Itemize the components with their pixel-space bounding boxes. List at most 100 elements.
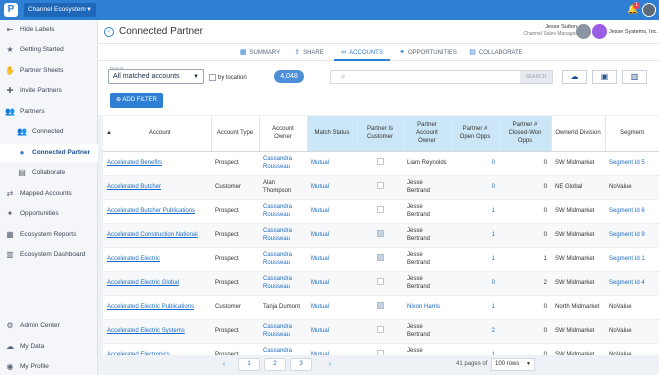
sidebar-item-hide-labels[interactable]: ⇤ Hide Labels	[0, 21, 98, 39]
tab-share[interactable]: ⇪ SHARE	[288, 44, 330, 61]
partner-account-owner-cell: Jesse Bertrand	[403, 319, 451, 344]
tab-opportunities[interactable]: ✦ OPPORTUNITIES	[394, 44, 462, 61]
column-label: Segment	[619, 130, 644, 137]
account-link[interactable]: Accelerated Electric Publications	[103, 295, 211, 320]
app-logo[interactable]: P	[4, 3, 18, 17]
ownerid-division-cell: SW Midmarket	[551, 247, 605, 272]
ecosystem-selector-label: Channel Ecosystem	[28, 6, 86, 13]
by-location-label: by location	[218, 75, 247, 82]
table-row[interactable]: Accelerated Electric Global Prospect Cassa…	[103, 271, 659, 296]
table-row[interactable]: Accelerated Electric Prospect Cassandra Ro…	[103, 247, 659, 272]
sidebar-item-my-data[interactable]: ☁ My Data	[0, 338, 98, 356]
partner-open-opps-cell: 1	[451, 295, 499, 320]
sidebar-item-invite-partners[interactable]: ✚ Invite Partners	[0, 82, 98, 100]
upload-button[interactable]: ☁	[562, 70, 587, 84]
column-header-account-type[interactable]: Account Type	[211, 116, 260, 152]
table-row[interactable]: Accelerated Butcher Customer Alan Thompson…	[103, 175, 659, 200]
column-label: OwnerId Division	[555, 130, 601, 137]
back-arrow-icon[interactable]: ‹	[104, 27, 114, 37]
tab-accounts[interactable]: ∞ ACCOUNTS	[334, 44, 390, 61]
account-link[interactable]: Accelerated Electric Global	[103, 271, 211, 296]
account-owner-cell: Cassandra Rousseau	[259, 271, 307, 296]
partner-is-customer-cell	[357, 175, 403, 200]
sidebar-item-getting-started[interactable]: ★ Getting Started	[0, 41, 98, 59]
tab-collaborate[interactable]: ▤ COLLABORATE	[466, 44, 526, 61]
search-button[interactable]: SEARCH	[520, 71, 552, 83]
sidebar-item-connected[interactable]: 👥 Connected	[0, 123, 98, 141]
sidebar-item-label: Admin Center	[20, 322, 60, 329]
sidebar-item-label: My Profile	[20, 363, 49, 370]
sidebar-item-partner-sheets[interactable]: ✋ Partner Sheets	[0, 62, 98, 80]
account-link[interactable]: Accelerated Butcher	[103, 175, 211, 200]
sidebar-item-admin-center[interactable]: ⚙ Admin Center	[0, 317, 98, 335]
by-location-toggle[interactable]: by location	[209, 74, 247, 81]
account-link[interactable]: Accelerated Electronics	[103, 343, 211, 355]
reports-icon: ▦	[6, 230, 14, 239]
segment-cell: Segment Id 5	[605, 151, 659, 176]
table-row[interactable]: Accelerated Butcher Publications Prospect…	[103, 199, 659, 224]
add-filter-label: ADD FILTER	[122, 97, 157, 103]
sidebar-item-collaborate[interactable]: ▤ Collaborate	[0, 164, 98, 182]
star-icon: ★	[6, 45, 14, 54]
column-label: Partner # Closed-Won Opps	[508, 122, 542, 145]
column-header-partner-is-customer[interactable]: Partner Is Customer	[357, 116, 404, 152]
handshake-icon: ✋	[5, 66, 15, 75]
column-header-partner-closed-won-opps[interactable]: Partner # Closed-Won Opps	[499, 116, 552, 152]
partner-is-customer-cell	[357, 223, 403, 248]
partner-closed-won-cell: 0	[499, 175, 551, 200]
rows-per-page-select[interactable]: 100 rows ▼	[491, 358, 535, 371]
next-page-icon[interactable]: ›	[324, 358, 336, 371]
account-owner-cell: Cassandra Rousseau	[259, 319, 307, 344]
column-header-account[interactable]: ▲ Account	[103, 116, 212, 152]
page-1-button[interactable]: 1	[238, 358, 260, 371]
add-filter-button[interactable]: ⊕ ADD FILTER	[110, 93, 163, 108]
accounts-table: ▲ Account Account Type Account Owner Matc…	[103, 116, 659, 355]
column-header-account-owner[interactable]: Account Owner	[259, 116, 308, 152]
account-type-cell: Prospect	[211, 319, 259, 344]
report-select[interactable]: All matched accounts ▼	[108, 69, 204, 84]
ecosystem-selector[interactable]: Channel Ecosystem ▼	[24, 3, 96, 17]
account-link[interactable]: Accelerated Butcher Publications	[103, 199, 211, 224]
partner-account-owner-cell: Liam Reynolds	[403, 151, 451, 176]
sidebar-item-label: Partner Sheets	[20, 67, 64, 74]
tab-summary[interactable]: ▦ SUMMARY	[236, 44, 284, 61]
account-link[interactable]: Accelerated Electric	[103, 247, 211, 272]
column-header-match-status[interactable]: Match Status	[307, 116, 358, 152]
table-row[interactable]: Accelerated Electronics Prospect Cassandra…	[103, 343, 659, 355]
column-label: Match Status	[314, 130, 350, 137]
prev-page-icon[interactable]: ‹	[218, 358, 230, 371]
table-row[interactable]: Accelerated Benefits Prospect Cassandra Ro…	[103, 151, 659, 176]
dashboard-icon: ▥	[6, 250, 14, 259]
partner-is-customer-checkbox	[376, 302, 384, 309]
column-header-ownerid-division[interactable]: OwnerId Division	[551, 116, 606, 152]
table-row[interactable]: Accelerated Electric Systems Prospect Cass…	[103, 319, 659, 344]
partner-open-opps-cell: 1	[451, 223, 499, 248]
account-link[interactable]: Accelerated Benefits	[103, 151, 211, 176]
sidebar-item-ecosystem-reports[interactable]: ▦ Ecosystem Reports	[0, 226, 98, 244]
account-type-cell: Prospect	[211, 271, 259, 296]
sidebar-item-opportunities[interactable]: ✦ Opportunities	[0, 205, 98, 223]
sidebar-item-partners[interactable]: 👥 Partners	[0, 103, 98, 121]
user-circle-icon: ●	[19, 148, 25, 157]
sidebar-item-mapped-accounts[interactable]: ⇄ Mapped Accounts	[0, 185, 98, 203]
page-2-button[interactable]: 2	[264, 358, 286, 371]
table-row[interactable]: Accelerated Construction National Prospec…	[103, 223, 659, 248]
account-link[interactable]: Accelerated Construction National	[103, 223, 211, 248]
columns-button[interactable]: ▥	[622, 70, 647, 84]
sidebar-item-connected-partner[interactable]: ● Connected Partner	[0, 144, 98, 162]
column-header-partner-account-owner[interactable]: Partner Account Owner	[403, 116, 452, 152]
save-button[interactable]: ▣	[592, 70, 617, 84]
sidebar-item-my-profile[interactable]: ◉ My Profile	[0, 358, 98, 375]
share-icon: ⇪	[294, 49, 301, 56]
column-header-partner-open-opps[interactable]: Partner # Open Opps	[451, 116, 500, 152]
grid-icon: ▦	[239, 49, 247, 56]
by-location-checkbox[interactable]	[209, 74, 216, 81]
table-row[interactable]: Accelerated Electric Publications Custome…	[103, 295, 659, 320]
sidebar-item-ecosystem-dashboard[interactable]: ▥ Ecosystem Dashboard	[0, 246, 98, 264]
account-link[interactable]: Accelerated Electric Systems	[103, 319, 211, 344]
avatar[interactable]	[642, 3, 656, 17]
sidebar: ⇤ Hide Labels ★ Getting Started ✋ Partner S…	[0, 20, 98, 375]
column-header-segment[interactable]: Segment	[605, 116, 659, 152]
page-3-button[interactable]: 3	[290, 358, 312, 371]
avatar[interactable]	[576, 24, 591, 39]
